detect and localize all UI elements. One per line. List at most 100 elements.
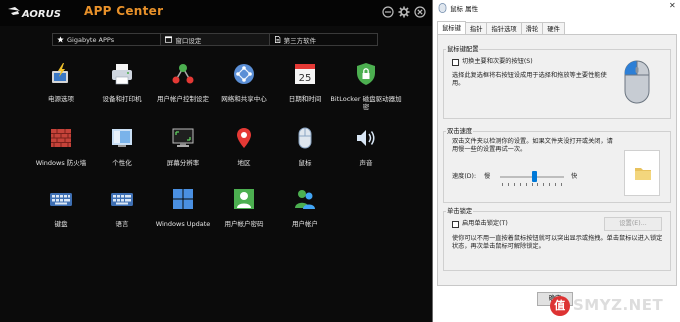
watermark: 值 SMYZ.NET	[550, 290, 680, 322]
app-user-account-control[interactable]: 用户帐户控制设定	[152, 62, 214, 118]
slider-thumb[interactable]	[532, 171, 538, 182]
bitlocker-icon	[357, 63, 375, 85]
location-icon	[237, 128, 251, 148]
slider-tick	[561, 183, 562, 186]
dialog-titlebar: 鼠标 属性 ✕	[433, 0, 680, 15]
app-keyboard[interactable]: 键盘	[30, 187, 92, 243]
user-password-icon	[234, 189, 254, 209]
personalization-icon	[112, 129, 132, 147]
folder-icon	[635, 168, 651, 180]
app-personalization[interactable]: 个性化	[91, 126, 153, 182]
slider-tick	[507, 183, 509, 186]
app-windows-firewall[interactable]: Windows 防火墙	[30, 126, 92, 182]
app-center-tabs: Gigabyte APPs 窗口设定 第三方软件	[52, 33, 378, 46]
aorus-logo-icon: AORUS	[8, 7, 61, 20]
slider-tick	[519, 183, 521, 186]
mouse-icon	[438, 2, 447, 13]
slider-tick	[502, 183, 503, 186]
switch-buttons-label[interactable]: 切换主要和次要的按钮(S)	[462, 58, 533, 66]
tab-third-party-software[interactable]: 第三方软件	[270, 34, 377, 45]
app-network-sharing[interactable]: 网络和共享中心	[213, 62, 275, 118]
firewall-icon	[51, 129, 71, 147]
dialog-title: 鼠标 属性	[450, 4, 479, 13]
calendar-day: 25	[299, 73, 312, 84]
language-icon	[111, 193, 133, 206]
app-power-options[interactable]: 电源选项	[30, 62, 92, 118]
app-screen-resolution[interactable]: 屏幕分辨率	[152, 126, 214, 182]
slider-tick	[549, 183, 551, 186]
app-sound[interactable]: 声音	[335, 126, 397, 182]
sound-icon	[357, 130, 375, 146]
windows-update-icon	[173, 189, 193, 209]
dialog-body: 鼠标键配置 切换主要和次要的按钮(S) 选择此复选框将右按钮设成用于选择和拖放等…	[437, 34, 677, 286]
double-click-description: 双击文件夹以检测你的设置。如果文件夹没打开或关闭，请用慢一些的设置再试一次。	[452, 138, 613, 153]
tab-label: 窗口设定	[175, 36, 202, 45]
app-region[interactable]: 地区	[213, 126, 275, 182]
settings-gear-icon[interactable]	[398, 6, 410, 18]
brand-text: AORUS	[21, 9, 61, 20]
clicklock-settings-button[interactable]: 设置(E)...	[604, 217, 662, 231]
document-icon	[274, 36, 280, 43]
slow-label: 慢	[484, 173, 491, 180]
speed-label: 速度(D):	[452, 173, 477, 180]
close-button[interactable]	[414, 6, 426, 18]
slider-tick	[525, 183, 527, 186]
keyboard-icon	[50, 193, 72, 206]
app-mouse[interactable]: 鼠标	[274, 126, 336, 182]
tab-wheel[interactable]: 滑轮	[520, 22, 544, 34]
network-icon	[234, 64, 254, 84]
printer-icon	[112, 64, 132, 85]
tab-label: Gigabyte APPs	[67, 35, 115, 44]
dialog-tabs: 鼠标键 指针 指针选项 滑轮 硬件	[437, 21, 565, 34]
power-options-icon	[52, 63, 68, 83]
app-bitlocker[interactable]: BitLocker 磁盘驱动器加密	[330, 62, 402, 118]
app-language[interactable]: 语言	[91, 187, 153, 243]
mouse-properties-dialog: 鼠标 属性 ✕ 鼠标键 指针 指针选项 滑轮 硬件 鼠标键配置 切换主要和次要的…	[432, 0, 680, 322]
tab-hardware[interactable]: 硬件	[542, 22, 565, 34]
calendar-icon: 25	[295, 64, 315, 84]
tab-mouse-buttons[interactable]: 鼠标键	[437, 21, 466, 34]
app-title: APP Center	[84, 4, 164, 18]
clicklock-description: 使你可以不用一直按着鼠标按钮就可以突出显示或拖拽。单击鼠标以进入锁定状态，再次单…	[452, 235, 663, 250]
watermark-text: SMYZ.NET	[573, 296, 664, 314]
slider-tick	[531, 183, 533, 186]
slider-tick	[513, 183, 515, 186]
star-icon	[57, 36, 64, 43]
tab-pointer-options[interactable]: 指针选项	[486, 22, 522, 34]
mouse-icon	[298, 127, 312, 149]
app-user-account-password[interactable]: 用户帐户密码	[213, 187, 275, 243]
clicklock-title: 单击锁定	[446, 206, 474, 215]
watermark-mark: 值	[550, 295, 570, 316]
app-label: 声音	[359, 159, 373, 167]
app-user-accounts[interactable]: 用户帐户	[274, 187, 336, 243]
app-label: BitLocker 磁盘驱动器加密	[330, 95, 402, 111]
app-label: 用户帐户	[292, 220, 318, 228]
clicklock-label[interactable]: 启用单击锁定(T)	[462, 220, 508, 228]
app-date-time[interactable]: 25 日期和时间	[274, 62, 336, 118]
mouse-illustration-icon	[624, 60, 650, 104]
slider-tick	[543, 183, 545, 186]
tab-label: 第三方软件	[283, 36, 317, 45]
user-accounts-icon	[295, 190, 315, 209]
double-click-speed-slider[interactable]	[500, 171, 564, 187]
test-folder-area[interactable]	[624, 150, 660, 196]
close-icon[interactable]: ✕	[669, 1, 676, 10]
fast-label: 快	[571, 173, 578, 180]
user-account-control-icon	[172, 64, 194, 84]
clicklock-checkbox[interactable]	[452, 221, 459, 228]
app-center-window: AORUS APP Center Gigabyte APPs 窗口设定 第三方软…	[0, 0, 432, 322]
window-icon	[165, 36, 173, 43]
display-icon	[172, 128, 194, 147]
tab-pointers[interactable]: 指针	[464, 22, 488, 34]
tab-gigabyte-apps[interactable]: Gigabyte APPs	[53, 34, 162, 45]
slider-tick	[537, 183, 539, 186]
switch-buttons-checkbox[interactable]	[452, 59, 459, 66]
button-config-title: 鼠标键配置	[446, 44, 480, 53]
tab-window-settings[interactable]: 窗口设定	[161, 34, 270, 45]
switch-buttons-description: 选择此复选框将右按钮设成用于选择和拖放等主要性能使用。	[452, 72, 607, 87]
double-click-speed-title: 双击速度	[446, 126, 474, 135]
app-devices-printers[interactable]: 设备和打印机	[91, 62, 153, 118]
app-center-titlebar: AORUS APP Center	[0, 0, 432, 26]
minimize-button[interactable]	[382, 6, 394, 18]
app-windows-update[interactable]: Windows Update	[152, 187, 214, 243]
